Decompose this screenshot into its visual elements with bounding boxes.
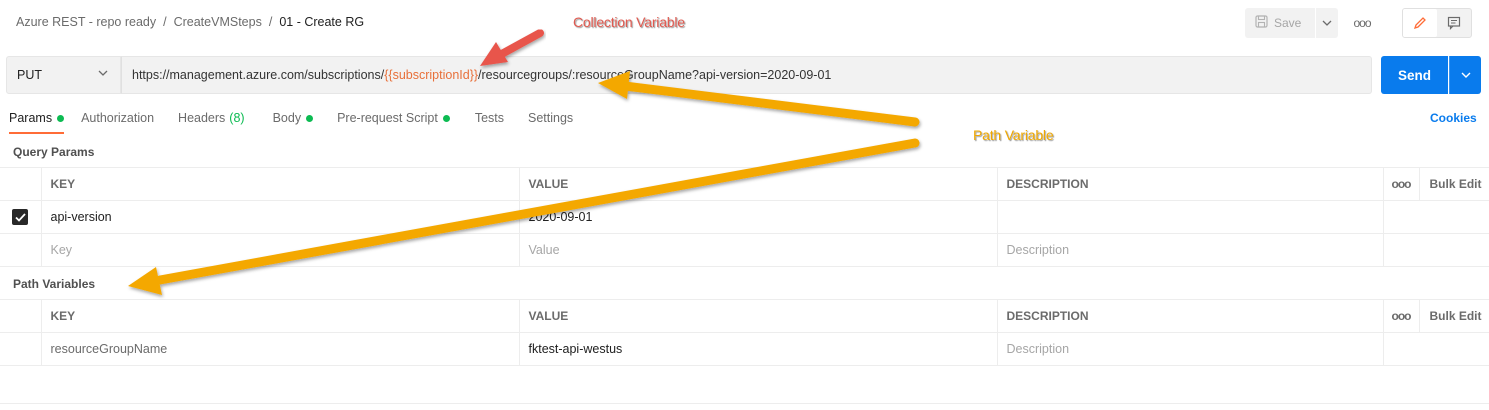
new-key-input[interactable]: Key [40, 233, 520, 267]
row-checkbox-cell [0, 200, 42, 234]
status-dot [442, 115, 450, 122]
path-variable-annotation: Path Variable [973, 127, 1054, 143]
tab-pre-request-script[interactable]: Pre-request Script [337, 104, 450, 134]
empty-cell [1419, 233, 1489, 267]
save-icon [1255, 15, 1268, 31]
bulk-edit-button[interactable]: Bulk Edit [1418, 167, 1489, 201]
query-params-table: KEY VALUE DESCRIPTION ooo Bulk Edit api-… [0, 167, 1489, 267]
cookies-link[interactable]: Cookies [1430, 111, 1477, 125]
pencil-icon [1413, 17, 1426, 30]
new-value-input[interactable]: Value [518, 233, 998, 267]
table-header-row: KEY VALUE DESCRIPTION ooo Bulk Edit [0, 167, 1489, 201]
row-checkbox-cell [0, 332, 42, 366]
tab-body[interactable]: Body [273, 104, 314, 134]
more-actions-button[interactable]: ooo [1350, 8, 1374, 38]
empty-cell [1382, 332, 1419, 366]
chevron-down-icon [98, 70, 108, 76]
key-header: KEY [40, 299, 520, 333]
tab-params[interactable]: Params [9, 104, 65, 134]
tab-tests[interactable]: Tests [475, 104, 504, 134]
table-row: resourceGroupName fktest-api-westus Desc… [0, 332, 1489, 366]
send-options-button[interactable] [1449, 56, 1481, 94]
path-variable-value[interactable]: fktest-api-westus [518, 332, 998, 366]
value-header: VALUE [518, 167, 998, 201]
url-input[interactable]: https://management.azure.com/subscriptio… [121, 56, 1372, 94]
row-checkbox[interactable] [12, 209, 29, 225]
tab-label: Authorization [81, 111, 155, 125]
save-options-button[interactable] [1316, 8, 1338, 38]
collection-variable-annotation: Collection Variable [573, 14, 685, 30]
headers-count: (8) [229, 111, 245, 125]
param-key-cell[interactable]: api-version [40, 200, 520, 234]
tab-label: Settings [528, 111, 574, 125]
chevron-down-icon [1461, 72, 1470, 78]
param-value-cell[interactable]: 2020-09-01 [518, 200, 998, 234]
table-row: api-version 2020-09-01 [0, 200, 1489, 234]
empty-cell [1419, 332, 1489, 366]
comments-button[interactable] [1437, 9, 1471, 37]
column-options-button[interactable]: ooo [1382, 167, 1420, 201]
tab-settings[interactable]: Settings [528, 104, 573, 134]
view-toggle [1402, 8, 1472, 38]
key-header: KEY [40, 167, 520, 201]
description-header: DESCRIPTION [996, 299, 1384, 333]
tab-label: Headers [178, 111, 226, 125]
breadcrumb: Azure REST - repo ready / CreateVMSteps … [16, 15, 364, 29]
tab-label: Tests [474, 111, 504, 125]
breadcrumb-request[interactable]: 01 - Create RG [279, 15, 364, 29]
comment-icon [1447, 16, 1461, 30]
path-variables-table: KEY VALUE DESCRIPTION ooo Bulk Edit reso… [0, 299, 1489, 366]
breadcrumb-collection[interactable]: Azure REST - repo ready [16, 15, 156, 29]
tab-label: Body [272, 111, 302, 125]
path-variables-title: Path Variables [13, 277, 96, 291]
bulk-edit-button[interactable]: Bulk Edit [1418, 299, 1489, 333]
empty-cell [1382, 200, 1419, 234]
path-variable-key: resourceGroupName [40, 332, 520, 366]
tab-label: Pre-request Script [337, 111, 438, 125]
tab-label: Params [9, 111, 53, 125]
column-options-button[interactable]: ooo [1382, 299, 1420, 333]
url-prefix: https://management.azure.com/subscriptio… [132, 68, 385, 82]
tab-authorization[interactable]: Authorization [81, 104, 154, 134]
tab-headers[interactable]: Headers (8) [178, 104, 245, 134]
edit-mode-button[interactable] [1403, 9, 1437, 37]
param-description-cell[interactable] [996, 200, 1384, 234]
collection-variable-token[interactable]: {{subscriptionId}} [384, 68, 478, 82]
method-select[interactable]: PUT [6, 56, 121, 94]
status-dot [57, 115, 65, 122]
description-header: DESCRIPTION [996, 167, 1384, 201]
table-header-row: KEY VALUE DESCRIPTION ooo Bulk Edit [0, 299, 1489, 333]
breadcrumb-separator: / [268, 15, 273, 29]
table-row-new: Key Value Description [0, 233, 1489, 267]
divider [0, 403, 1489, 404]
chevron-down-icon [1322, 20, 1332, 26]
checkmark-icon [15, 212, 26, 222]
breadcrumb-folder[interactable]: CreateVMSteps [174, 15, 262, 29]
status-dot [306, 115, 314, 122]
breadcrumb-separator: / [163, 15, 167, 29]
value-header: VALUE [518, 299, 998, 333]
save-label: Save [1274, 16, 1302, 30]
new-description-input[interactable]: Description [996, 233, 1384, 267]
row-checkbox-cell [0, 233, 42, 267]
empty-cell [1382, 233, 1419, 267]
checkbox-header [0, 167, 42, 201]
request-header: Azure REST - repo ready / CreateVMSteps … [0, 0, 1489, 46]
query-params-title: Query Params [13, 145, 95, 159]
send-button[interactable]: Send [1381, 56, 1448, 94]
save-button[interactable]: Save [1245, 8, 1315, 38]
method-label: PUT [17, 68, 42, 82]
path-variable-description[interactable]: Description [996, 332, 1384, 366]
empty-cell [1419, 200, 1489, 234]
request-tabs: Params Authorization Headers (8) Body Pre… [0, 104, 573, 134]
url-suffix: /resourcegroups/:resourceGroupName?api-v… [478, 68, 832, 82]
checkbox-header [0, 299, 42, 333]
